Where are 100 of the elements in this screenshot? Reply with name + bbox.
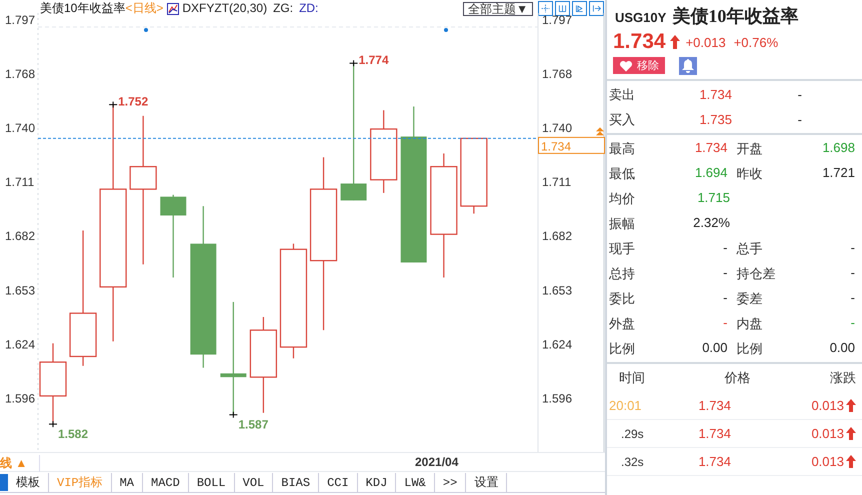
- price-change: +0.013: [686, 34, 726, 50]
- axis-label: 1.797: [542, 13, 572, 27]
- extreme-marker: [228, 411, 238, 418]
- field-label: 开盘: [736, 140, 764, 158]
- field-label: 持仓差: [736, 264, 776, 282]
- change-cell: 0.013: [811, 454, 844, 469]
- toolbar-button[interactable]: [589, 1, 604, 16]
- toolbar-button[interactable]: [572, 1, 587, 16]
- last-price: 1.734: [613, 30, 666, 54]
- volume-value: -: [796, 87, 802, 102]
- axis-label: 1.653: [542, 283, 572, 298]
- field-value: 0.00: [828, 340, 855, 356]
- field-label: 均价: [608, 190, 636, 208]
- field-label: 委差: [736, 290, 764, 308]
- field-label: 昨收: [736, 164, 764, 182]
- field-value: -: [850, 264, 855, 282]
- date-label: 2021/04: [415, 455, 458, 469]
- extreme-marker: [48, 420, 58, 428]
- chart-icon: [167, 2, 180, 14]
- axis-label: 1.768: [542, 67, 572, 82]
- axis-label: 1.740: [542, 121, 572, 136]
- extreme-marker: [349, 60, 358, 67]
- theme-dropdown[interactable]: 全部主题▼: [463, 2, 533, 16]
- tab-bar-marker: [0, 474, 8, 491]
- axis-label: 1.768: [5, 67, 36, 82]
- field-value: -: [850, 314, 855, 332]
- field-label: 现手: [608, 240, 636, 258]
- axis-label: 1.596: [5, 391, 36, 406]
- toolbar-button[interactable]: [555, 1, 570, 16]
- play-icon: [574, 3, 585, 14]
- extreme-marker: [108, 101, 118, 108]
- field-label: 最低: [608, 164, 636, 182]
- time-cell-text: 20:01: [608, 398, 643, 413]
- field-value: 1.735: [698, 112, 732, 127]
- axis-label: 1.682: [542, 229, 572, 244]
- price-cell-text: 1.734: [697, 426, 731, 441]
- instrument-name: 美债10年收益率: [672, 5, 798, 28]
- field-value: -: [722, 290, 728, 306]
- field-value: 2.32%: [692, 214, 730, 232]
- indicator-label: DXFYZT(20,30): [182, 2, 268, 15]
- field-value: -: [850, 240, 855, 256]
- bars-icon: [557, 3, 568, 14]
- price-cell-text: 1.734: [697, 454, 731, 469]
- field-value: 1.734: [694, 140, 728, 156]
- zd-label: ZD:: [299, 2, 318, 15]
- remove-button[interactable]: 移除: [613, 57, 665, 74]
- arrow-right-icon: [591, 3, 602, 14]
- period-label: <日线>: [125, 2, 164, 15]
- toolbar-button[interactable]: [538, 1, 553, 16]
- field-label: 买入: [608, 110, 636, 128]
- field-label: 委比: [608, 290, 636, 308]
- change-cell: 0.013: [811, 398, 844, 413]
- field-label: 振幅: [608, 214, 636, 232]
- change-cell: 0.013: [811, 426, 844, 441]
- field-label: 比例: [608, 340, 636, 358]
- time-cell-text: .32s: [620, 454, 645, 468]
- field-label: 内盘: [736, 314, 764, 332]
- axis-label: 1.711: [5, 175, 34, 190]
- field-value: -: [722, 240, 728, 256]
- percent-change: +0.76%: [734, 34, 778, 50]
- price-cell-text: 1.734: [697, 398, 731, 413]
- axis-label: 1.711: [542, 175, 572, 190]
- extreme-label: 1.774: [358, 53, 389, 68]
- volume-value: -: [796, 112, 802, 127]
- axis-label: 1.740: [5, 121, 36, 136]
- axis-label: 1.682: [5, 229, 36, 244]
- axis-label: 1.653: [5, 283, 36, 298]
- axis-label: 1.797: [5, 13, 36, 27]
- axis-label: 1.624: [5, 337, 36, 352]
- extreme-label: 1.587: [238, 418, 268, 432]
- alert-button[interactable]: [679, 57, 697, 75]
- field-value: 1.734: [698, 87, 732, 102]
- axis-label: 1.596: [542, 391, 572, 406]
- column-header: 价格: [724, 369, 750, 387]
- caret-icon: [596, 127, 604, 136]
- extreme-label: 1.582: [58, 427, 88, 442]
- marker-dot: [444, 28, 448, 32]
- extreme-label: 1.752: [118, 94, 148, 109]
- field-label: 最高: [608, 140, 636, 158]
- column-header: 涨跌: [830, 369, 856, 387]
- field-value: 0.00: [701, 340, 728, 356]
- chart-title: 美债10年收益率: [40, 2, 126, 15]
- period-label: 线 ▲: [0, 455, 40, 472]
- field-value: 1.715: [696, 190, 730, 206]
- field-value: -: [850, 290, 855, 306]
- field-value: 1.694: [694, 164, 728, 182]
- field-label: 卖出: [608, 86, 636, 104]
- bell-icon: [681, 58, 695, 74]
- heart-icon: [619, 60, 633, 72]
- field-value: -: [722, 314, 728, 332]
- column-header: 时间: [619, 369, 645, 387]
- field-value: 1.698: [821, 140, 855, 156]
- time-cell-text: .29s: [620, 426, 645, 440]
- current-price-label: 1.734: [538, 136, 605, 154]
- axis-label: 1.624: [542, 337, 572, 352]
- symbol-label: USG10Y: [615, 10, 666, 25]
- field-label: 外盘: [608, 314, 636, 332]
- field-label: 总持: [608, 264, 636, 282]
- field-label: 比例: [736, 340, 764, 358]
- zg-label: ZG:: [273, 2, 294, 15]
